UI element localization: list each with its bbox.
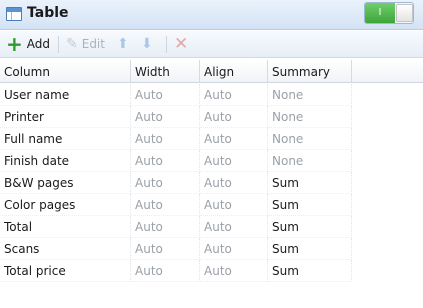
cell-summary[interactable]: None	[268, 106, 352, 128]
header-width[interactable]: Width	[131, 60, 200, 83]
cell-summary[interactable]: None	[268, 128, 352, 150]
header-align[interactable]: Align	[200, 60, 268, 83]
table-icon	[6, 7, 22, 21]
table-row[interactable]: B&W pages Auto Auto Sum	[0, 172, 352, 194]
add-label: Add	[26, 37, 50, 51]
cell-width[interactable]: Auto	[131, 260, 200, 282]
table-panel: Table I + Add ✎ Edit ⬆ ⬇ ✕ Column Width	[0, 0, 423, 308]
delete-x-icon: ✕	[174, 34, 189, 54]
cell-width[interactable]: Auto	[131, 216, 200, 238]
cell-column[interactable]: User name	[0, 84, 131, 106]
move-up-button[interactable]: ⬆	[117, 34, 129, 54]
table-row[interactable]: Total price Auto Auto Sum	[0, 260, 352, 282]
cell-column[interactable]: Color pages	[0, 194, 131, 216]
cell-align[interactable]: Auto	[200, 150, 268, 172]
toolbar-separator	[166, 36, 167, 53]
toggle-knob[interactable]	[396, 4, 413, 22]
cell-summary[interactable]: Sum	[268, 216, 352, 238]
panel-title: Table	[27, 5, 69, 21]
cell-width[interactable]: Auto	[131, 194, 200, 216]
cell-align[interactable]: Auto	[200, 84, 268, 106]
cell-align[interactable]: Auto	[200, 172, 268, 194]
table-row[interactable]: Full name Auto Auto None	[0, 128, 352, 150]
grid-header: Column Width Align Summary	[0, 60, 423, 83]
table-row[interactable]: Total Auto Auto Sum	[0, 216, 352, 238]
cell-column[interactable]: Total	[0, 216, 131, 238]
cell-column[interactable]: Scans	[0, 238, 131, 260]
cell-column[interactable]: Full name	[0, 128, 131, 150]
cell-summary[interactable]: Sum	[268, 238, 352, 260]
header-column[interactable]: Column	[0, 60, 131, 83]
pencil-icon: ✎	[66, 36, 78, 52]
table-row[interactable]: Printer Auto Auto None	[0, 106, 352, 128]
table-row[interactable]: Color pages Auto Auto Sum	[0, 194, 352, 216]
cell-summary[interactable]: Sum	[268, 194, 352, 216]
header-summary[interactable]: Summary	[268, 60, 352, 83]
cell-align[interactable]: Auto	[200, 106, 268, 128]
cell-width[interactable]: Auto	[131, 128, 200, 150]
cell-align[interactable]: Auto	[200, 194, 268, 216]
cell-align[interactable]: Auto	[200, 128, 268, 150]
cell-column[interactable]: Printer	[0, 106, 131, 128]
cell-summary[interactable]: Sum	[268, 172, 352, 194]
cell-width[interactable]: Auto	[131, 150, 200, 172]
cell-width[interactable]: Auto	[131, 106, 200, 128]
add-button[interactable]: + Add	[6, 34, 50, 54]
cell-summary[interactable]: None	[268, 150, 352, 172]
cell-width[interactable]: Auto	[131, 84, 200, 106]
edit-label: Edit	[81, 37, 105, 51]
cell-align[interactable]: Auto	[200, 238, 268, 260]
cell-align[interactable]: Auto	[200, 216, 268, 238]
arrow-down-icon: ⬇	[141, 36, 153, 52]
edit-button[interactable]: ✎ Edit	[66, 34, 105, 54]
cell-summary[interactable]: Sum	[268, 260, 352, 282]
arrow-up-icon: ⬆	[117, 36, 129, 52]
move-down-button[interactable]: ⬇	[141, 34, 153, 54]
cell-width[interactable]: Auto	[131, 238, 200, 260]
toolbar: + Add ✎ Edit ⬆ ⬇ ✕	[0, 31, 423, 58]
table-row[interactable]: User name Auto Auto None	[0, 84, 352, 106]
cell-column[interactable]: Finish date	[0, 150, 131, 172]
table-row[interactable]: Scans Auto Auto Sum	[0, 238, 352, 260]
title-bar: Table I	[0, 0, 423, 30]
enable-toggle[interactable]: I	[364, 2, 414, 24]
delete-button[interactable]: ✕	[174, 34, 188, 54]
cell-summary[interactable]: None	[268, 84, 352, 106]
cell-width[interactable]: Auto	[131, 172, 200, 194]
cell-align[interactable]: Auto	[200, 260, 268, 282]
plus-icon: +	[6, 32, 23, 56]
cell-column[interactable]: Total price	[0, 260, 131, 282]
table-row[interactable]: Finish date Auto Auto None	[0, 150, 352, 172]
toggle-on-label: I	[365, 3, 395, 23]
cell-column[interactable]: B&W pages	[0, 172, 131, 194]
toolbar-separator	[58, 36, 59, 53]
